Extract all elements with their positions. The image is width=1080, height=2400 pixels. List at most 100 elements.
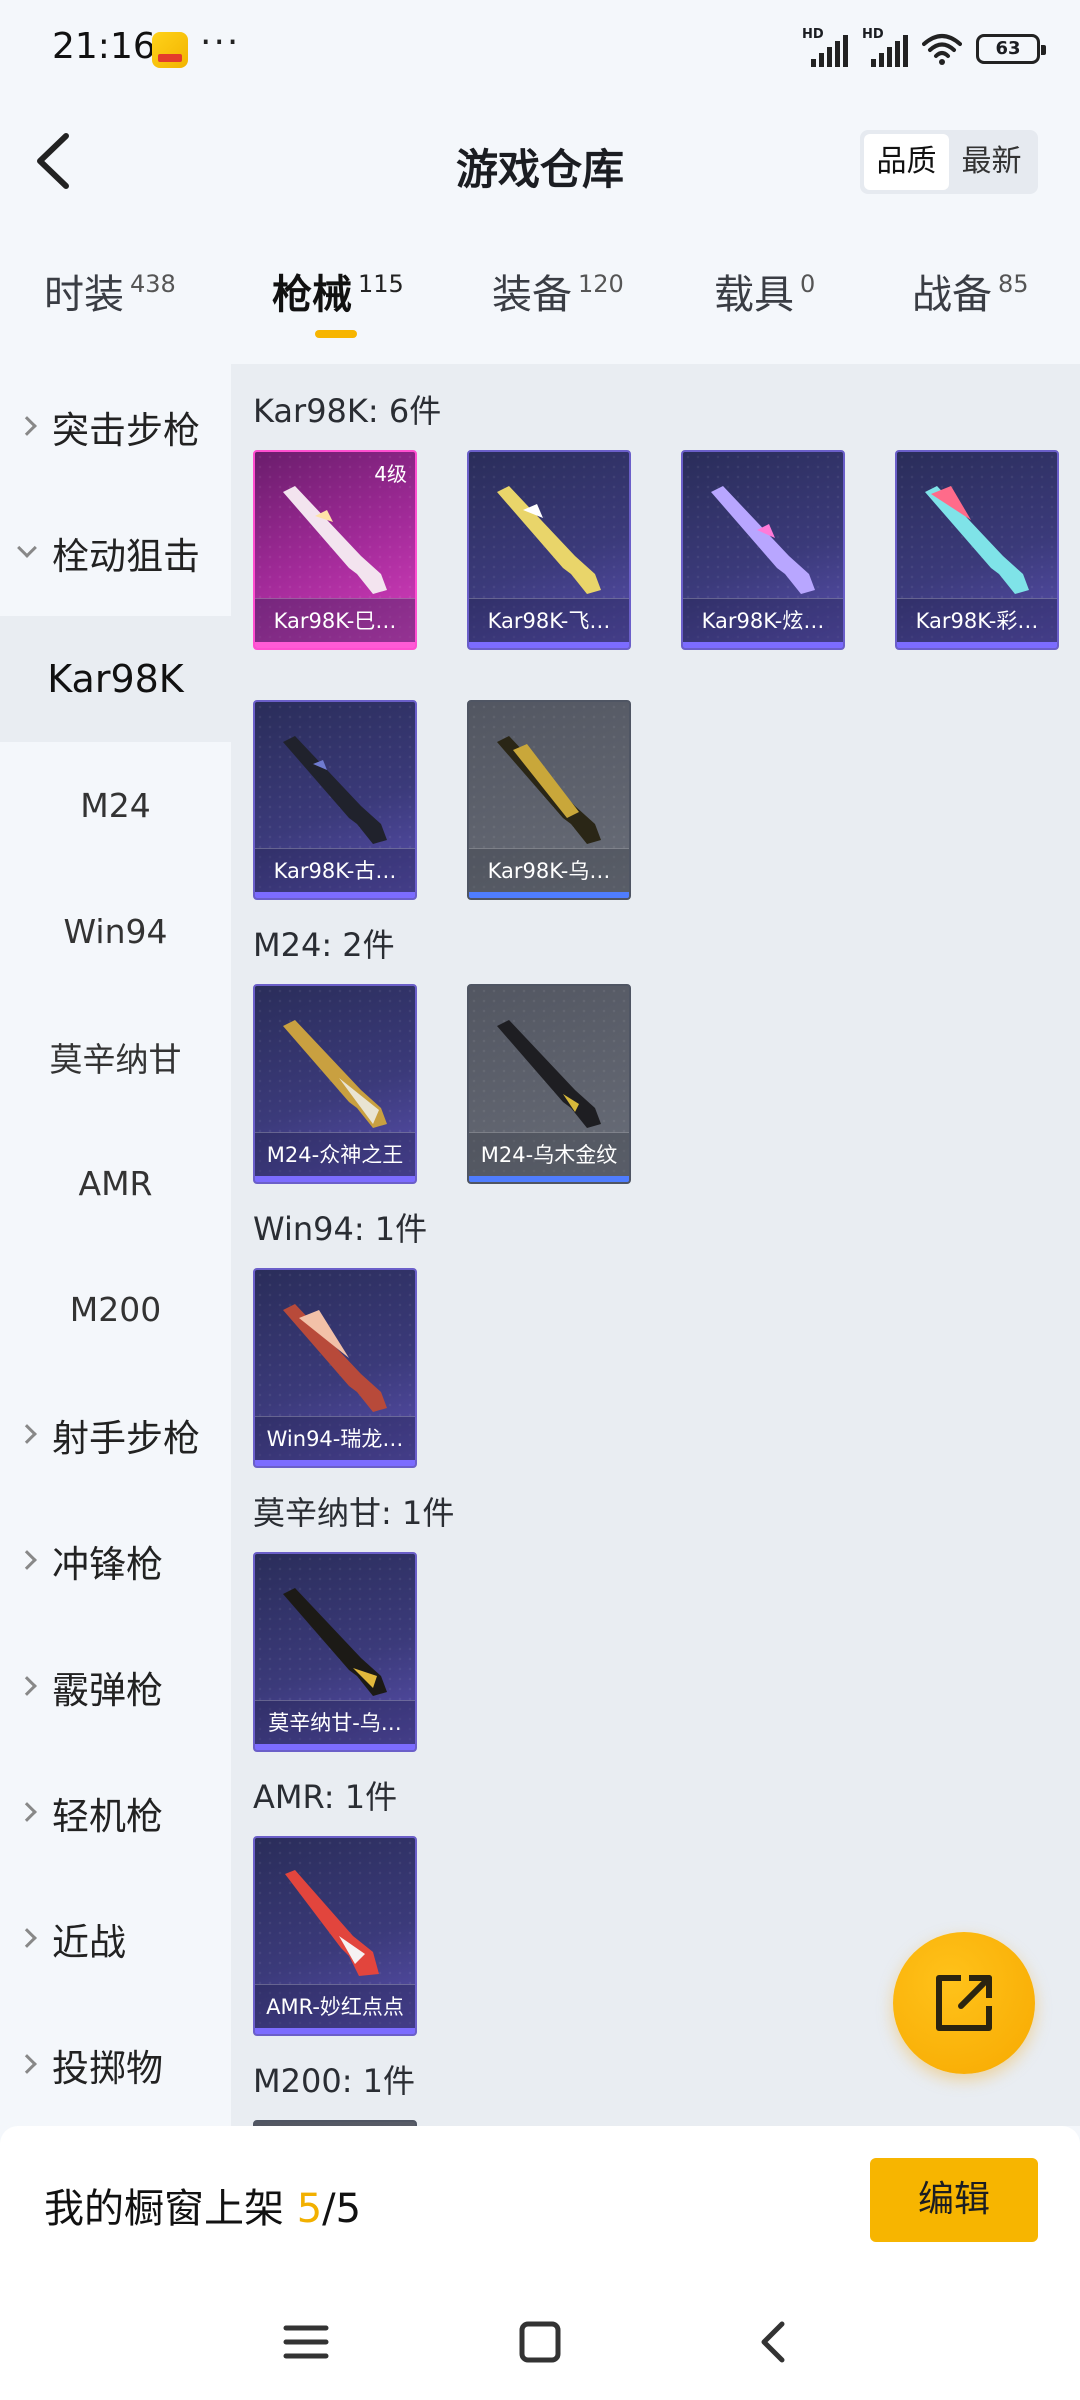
rifle-icon: [283, 1020, 387, 1128]
rifle-icon: [283, 1588, 387, 1696]
weapon-card-label: Kar98K-乌…: [469, 848, 629, 892]
weapon-card-label: Kar98K-炫…: [683, 598, 843, 642]
sort-toggle: 品质 最新: [860, 130, 1038, 194]
rifle-icon: [283, 1304, 387, 1412]
showcase-bar: 我的橱窗上架 5/5 编辑: [0, 2126, 1080, 2276]
sidebar-item-amr[interactable]: AMR: [0, 1120, 231, 1246]
sidebar-group-lmg[interactable]: 轻机枪: [0, 1750, 231, 1876]
tab-count: 0: [800, 270, 816, 298]
weapon-card[interactable]: 莫辛纳甘-乌…: [253, 1552, 417, 1752]
tab-count: 438: [130, 270, 176, 298]
section-title-mosin: 莫辛纳甘: 1件: [253, 1494, 455, 1532]
rifle-icon: [283, 736, 387, 844]
weapon-card[interactable]: Win94-瑞龙…: [253, 1268, 417, 1468]
weapon-card[interactable]: Kar98K-飞…: [467, 450, 631, 650]
section-title-m24: M24: 2件: [253, 926, 395, 964]
sidebar-item-m24[interactable]: M24: [0, 742, 231, 868]
chevron-down-icon: [17, 538, 37, 558]
rifle-icon: [285, 1870, 379, 1976]
section-title-kar98k: Kar98K: 6件: [253, 392, 442, 430]
sidebar-group-melee[interactable]: 近战: [0, 1876, 231, 2002]
tab-label: 战备: [912, 272, 992, 318]
sidebar-item-mosin[interactable]: 莫辛纳甘: [0, 994, 231, 1120]
chevron-right-icon: [17, 1676, 37, 1696]
nav-home-button[interactable]: [510, 2312, 570, 2372]
weapon-card[interactable]: Kar98K-古…: [253, 700, 417, 900]
header: 游戏仓库 品质 最新: [0, 96, 1080, 232]
showcase-total-count: /5: [322, 2186, 362, 2232]
weapon-card[interactable]: Kar98K-炫…: [681, 450, 845, 650]
weapon-card[interactable]: M24-众神之王: [253, 984, 417, 1184]
tab-weapons[interactable]: 枪械 115: [272, 262, 404, 320]
cellular-signal-icon: HD: [802, 27, 848, 67]
showcase-status: 我的橱窗上架 5/5: [44, 2176, 361, 2234]
chevron-right-icon: [17, 1424, 37, 1444]
rifle-icon: [711, 486, 815, 594]
tab-count: 120: [578, 270, 624, 298]
tab-label: 时装: [44, 272, 124, 318]
chevron-right-icon: [17, 1928, 37, 1948]
more-notifications-icon: ···: [200, 22, 241, 63]
sidebar-group-label: 射手步枪: [52, 1417, 200, 1460]
sidebar-item-win94[interactable]: Win94: [0, 868, 231, 994]
weapon-card-label: M24-众神之王: [255, 1132, 415, 1176]
sidebar-group-throwables[interactable]: 投掷物: [0, 2002, 231, 2126]
nav-back-button[interactable]: [744, 2312, 804, 2372]
sort-newest-option[interactable]: 最新: [949, 134, 1034, 190]
cellular-signal-icon-2: HD: [862, 27, 908, 67]
sidebar-group-label: 投掷物: [52, 2047, 163, 2090]
tab-vehicles[interactable]: 载具 0: [714, 262, 815, 320]
sidebar-group-label: 霰弹枪: [52, 1669, 163, 1712]
sidebar-group-label: 栓动狙击: [52, 535, 200, 578]
rarity-bar: [255, 1460, 415, 1466]
rarity-bar: [255, 892, 415, 898]
weapon-card[interactable]: 4级 Kar98K-巳…: [253, 450, 417, 650]
weapon-card[interactable]: Kar98K-乌…: [467, 700, 631, 900]
tab-label: 载具: [714, 272, 794, 318]
tab-equipment[interactable]: 装备 120: [492, 262, 624, 320]
tab-fashion[interactable]: 时装 438: [44, 262, 176, 320]
rarity-bar: [469, 892, 629, 898]
rifle-icon: [497, 486, 601, 594]
weapon-card[interactable]: AMR-妙红点点: [253, 1836, 417, 2036]
section-title-m200: M200: 1件: [253, 2062, 416, 2100]
share-export-icon: [936, 1975, 992, 2031]
category-tabs: 时装 438 枪械 115 装备 120 载具 0 战备 85: [0, 232, 1080, 362]
back-arrow-icon: [37, 133, 69, 189]
sidebar-group-dmr[interactable]: 射手步枪: [0, 1372, 231, 1498]
wifi-icon: [922, 34, 962, 65]
weapon-card[interactable]: Kar98K-彩…: [895, 450, 1059, 650]
active-tab-indicator: [315, 330, 357, 338]
tab-count: 115: [358, 270, 404, 298]
rifle-icon: [283, 486, 387, 594]
battery-icon: 63: [976, 34, 1046, 64]
rarity-bar: [255, 2028, 415, 2034]
back-button[interactable]: [26, 126, 86, 196]
sidebar-group-label: 近战: [52, 1921, 126, 1964]
status-indicators: HD HD 63: [802, 26, 1046, 72]
weapon-card-label: Win94-瑞龙…: [255, 1416, 415, 1460]
edit-button[interactable]: 编辑: [870, 2158, 1038, 2242]
rarity-bar: [255, 1176, 415, 1182]
sidebar-group-smg[interactable]: 冲锋枪: [0, 1498, 231, 1624]
status-time: 21:16: [52, 26, 156, 67]
nav-menu-button[interactable]: [276, 2312, 336, 2372]
sidebar-item-kar98k[interactable]: Kar98K: [0, 616, 231, 742]
menu-icon: [283, 2325, 329, 2359]
sidebar-group-assault-rifle[interactable]: 突击步枪: [0, 364, 231, 490]
sidebar-group-shotgun[interactable]: 霰弹枪: [0, 1624, 231, 1750]
chevron-right-icon: [17, 1550, 37, 1570]
rarity-bar: [469, 642, 629, 648]
sidebar-group-bolt-sniper[interactable]: 栓动狙击: [0, 490, 231, 616]
tab-label: 装备: [492, 272, 572, 318]
share-button[interactable]: [893, 1932, 1035, 2074]
sidebar-item-m200[interactable]: M200: [0, 1246, 231, 1372]
sort-quality-option[interactable]: 品质: [864, 134, 949, 190]
sidebar-group-label: 轻机枪: [52, 1795, 163, 1838]
weapon-card-label: AMR-妙红点点: [255, 1984, 415, 2028]
rifle-icon: [497, 736, 601, 844]
tab-label: 枪械: [272, 272, 352, 318]
weapon-card[interactable]: M24-乌木金纹: [467, 984, 631, 1184]
tab-supplies[interactable]: 战备 85: [912, 262, 1029, 320]
weapon-category-sidebar: 突击步枪 栓动狙击 Kar98K M24 Win94 莫辛纳甘 AMR M200…: [0, 364, 231, 2126]
